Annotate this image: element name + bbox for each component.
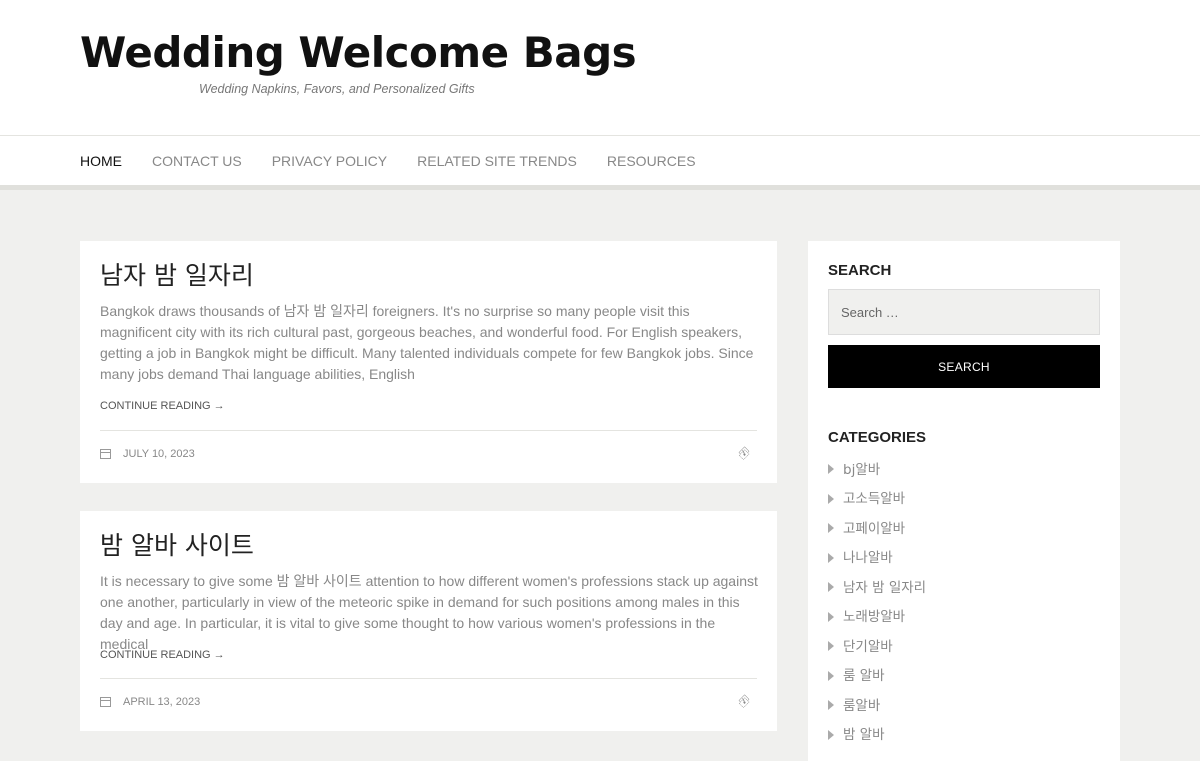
- category-item[interactable]: bj알바: [828, 453, 926, 483]
- continue-reading-link[interactable]: CONTINUE READING →: [100, 400, 225, 412]
- calendar-icon: [100, 697, 111, 707]
- post-excerpt: Bangkok draws thousands of 남자 밤 일자리 fore…: [100, 303, 754, 382]
- search-button[interactable]: SEARCH: [828, 345, 1100, 388]
- main-navigation: HOME CONTACT US PRIVACY POLICY RELATED S…: [0, 135, 1200, 185]
- category-list: bj알바 고소득알바 고페이알바 나나알바 남자 밤 일자리 노래방알바 단기알…: [828, 453, 926, 748]
- nav-menu: HOME CONTACT US PRIVACY POLICY RELATED S…: [80, 136, 726, 185]
- nav-item-related-site-trends[interactable]: RELATED SITE TRENDS: [417, 153, 577, 169]
- search-widget-title: SEARCH: [828, 262, 892, 279]
- triangle-right-icon: [828, 493, 834, 504]
- category-label: 고페이알바: [843, 520, 906, 537]
- category-label: 단기알바: [843, 638, 893, 655]
- site-header: Wedding Welcome Bags Wedding Napkins, Fa…: [0, 0, 1200, 135]
- category-item[interactable]: 남자 밤 일자리: [828, 571, 926, 601]
- category-label: 나나알바: [843, 550, 893, 567]
- category-label: 밤 알바: [843, 727, 885, 744]
- category-label: bj알바: [843, 461, 881, 478]
- post-date[interactable]: JULY 10, 2023: [123, 448, 195, 460]
- triangle-right-icon: [828, 729, 834, 740]
- post-card: 밤 알바 사이트 It is necessary to give some 밤 …: [80, 511, 777, 731]
- triangle-right-icon: [828, 582, 834, 593]
- category-item[interactable]: 고페이알바: [828, 512, 926, 542]
- calendar-icon: [100, 449, 111, 459]
- post-card: 남자 밤 일자리 Bangkok draws thousands of 남자 밤…: [80, 241, 777, 483]
- triangle-right-icon: [828, 670, 834, 681]
- site-description: Wedding Napkins, Favors, and Personalize…: [199, 82, 475, 96]
- category-item[interactable]: 나나알바: [828, 542, 926, 572]
- nav-item-contact-us[interactable]: CONTACT US: [152, 153, 242, 169]
- post-meta: APRIL 13, 2023: [100, 692, 200, 712]
- paperclip-icon[interactable]: ⎘: [735, 445, 753, 462]
- site-title[interactable]: Wedding Welcome Bags: [80, 28, 637, 77]
- nav-item-home[interactable]: HOME: [80, 153, 122, 169]
- categories-widget-title: CATEGORIES: [828, 429, 927, 446]
- post-title[interactable]: 남자 밤 일자리: [100, 256, 254, 292]
- nav-divider: [0, 185, 1200, 190]
- triangle-right-icon: [828, 552, 834, 563]
- category-label: 룸 알바: [843, 668, 885, 685]
- category-item[interactable]: 룸 알바: [828, 660, 926, 690]
- category-item[interactable]: 노래방알바: [828, 601, 926, 631]
- category-item[interactable]: 룸알바: [828, 689, 926, 719]
- post-title[interactable]: 밤 알바 사이트: [100, 526, 254, 562]
- category-item[interactable]: 고소득알바: [828, 483, 926, 513]
- category-label: 룸알바: [843, 697, 881, 714]
- category-label: 고소득알바: [843, 491, 906, 508]
- post-divider: [100, 678, 757, 679]
- triangle-right-icon: [828, 464, 834, 475]
- continue-reading-link[interactable]: CONTINUE READING →: [100, 649, 225, 661]
- sidebar: SEARCH SEARCH CATEGORIES bj알바 고소득알바 고페이알…: [808, 241, 1120, 761]
- category-item[interactable]: 밤 알바: [828, 719, 926, 749]
- paperclip-icon[interactable]: ⎘: [735, 693, 753, 710]
- triangle-right-icon: [828, 611, 834, 622]
- post-meta: JULY 10, 2023: [100, 444, 195, 464]
- post-divider: [100, 430, 757, 431]
- nav-item-resources[interactable]: RESOURCES: [607, 153, 696, 169]
- triangle-right-icon: [828, 700, 834, 711]
- triangle-right-icon: [828, 523, 834, 534]
- nav-item-privacy-policy[interactable]: PRIVACY POLICY: [272, 153, 387, 169]
- triangle-right-icon: [828, 641, 834, 652]
- category-label: 노래방알바: [843, 609, 906, 626]
- post-excerpt: It is necessary to give some 밤 알바 사이트 at…: [100, 573, 758, 652]
- category-label: 남자 밤 일자리: [843, 579, 927, 596]
- search-input[interactable]: [828, 289, 1100, 335]
- category-item[interactable]: 단기알바: [828, 630, 926, 660]
- post-date[interactable]: APRIL 13, 2023: [123, 696, 200, 708]
